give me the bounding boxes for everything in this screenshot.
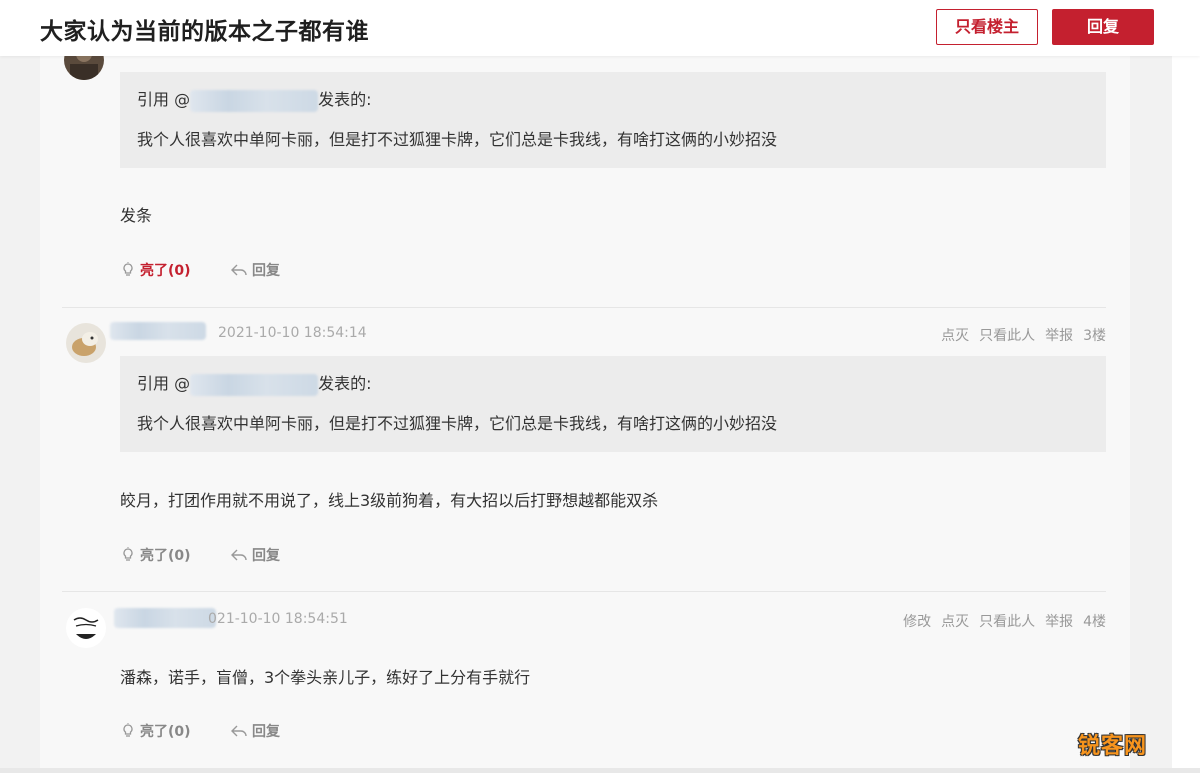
post-menu: 点灭 只看此人 举报 3楼 (931, 325, 1106, 345)
post-time: 021-10-10 18:54:51 (208, 611, 348, 627)
edit-link[interactable]: 修改 (903, 614, 931, 630)
quote-text: 我个人很喜欢中单阿卡丽，但是打不过狐狸卡牌，它们总是卡我线，有啥打这俩的小妙招没 (137, 130, 778, 149)
site-watermark: 锐客网 (1078, 734, 1148, 759)
like-button[interactable]: 亮了(0) (120, 260, 191, 280)
post-divider (62, 307, 1106, 308)
reply-link[interactable]: 回复 (230, 545, 280, 565)
only-this-user-link[interactable]: 只看此人 (979, 328, 1035, 344)
post-content: 潘森，诺手，盲僧，3个拳头亲儿子，练好了上分有手就行 (120, 668, 531, 687)
post-content: 发条 (120, 206, 153, 225)
post-menu: 修改 点灭 只看此人 举报 4楼 (893, 611, 1106, 631)
redacted-username (190, 89, 319, 112)
report-link[interactable]: 举报 (1045, 328, 1073, 344)
right-sidebar (1172, 56, 1200, 773)
like-button[interactable]: 亮了(0) (120, 721, 191, 741)
reply-arrow-icon (231, 264, 247, 276)
reply-arrow-icon (231, 725, 247, 737)
thread-title: 大家认为当前的版本之子都有谁 (40, 19, 369, 45)
floor-number: 3楼 (1083, 328, 1106, 344)
redacted-username (110, 322, 206, 340)
avatar[interactable] (66, 608, 106, 648)
post-divider (62, 591, 1106, 592)
only-this-user-link[interactable]: 只看此人 (979, 614, 1035, 630)
quote-block: 引用 @ 发表的: 我个人很喜欢中单阿卡丽，但是打不过狐狸卡牌，它们总是卡我线，有… (120, 72, 1106, 168)
thread-header: 大家认为当前的版本之子都有谁 只看楼主 回复 (0, 0, 1200, 56)
reply-link[interactable]: 回复 (230, 721, 280, 741)
lightbulb-icon (123, 723, 133, 737)
post-time: 2021-10-10 18:54:14 (218, 325, 367, 341)
reply-arrow-icon (231, 549, 247, 561)
lightbulb-icon (123, 262, 133, 276)
reply-link[interactable]: 回复 (230, 260, 280, 280)
floor-number: 4楼 (1083, 614, 1106, 630)
avatar[interactable] (66, 323, 106, 363)
quote-text: 我个人很喜欢中单阿卡丽，但是打不过狐狸卡牌，它们总是卡我线，有啥打这俩的小妙招没 (137, 414, 778, 433)
bottom-edge (0, 768, 1200, 773)
quote-header: 引用 @ 发表的: (137, 86, 372, 112)
dislike-link[interactable]: 点灭 (941, 328, 969, 344)
like-button[interactable]: 亮了(0) (120, 545, 191, 565)
redacted-username (190, 373, 319, 396)
post-list: 引用 @ 发表的: 我个人很喜欢中单阿卡丽，但是打不过狐狸卡牌，它们总是卡我线，有… (40, 40, 1130, 768)
redacted-username (114, 608, 216, 628)
lightbulb-icon (123, 547, 133, 561)
post-content: 皎月，打团作用就不用说了，线上3级前狗着，有大招以后打野想越都能双杀 (120, 491, 659, 510)
quote-block: 引用 @ 发表的: 我个人很喜欢中单阿卡丽，但是打不过狐狸卡牌，它们总是卡我线，有… (120, 356, 1106, 452)
reply-button[interactable]: 回复 (1052, 9, 1154, 45)
quote-header: 引用 @ 发表的: (137, 370, 372, 396)
only-op-button[interactable]: 只看楼主 (936, 9, 1038, 45)
report-link[interactable]: 举报 (1045, 614, 1073, 630)
dislike-link[interactable]: 点灭 (941, 614, 969, 630)
